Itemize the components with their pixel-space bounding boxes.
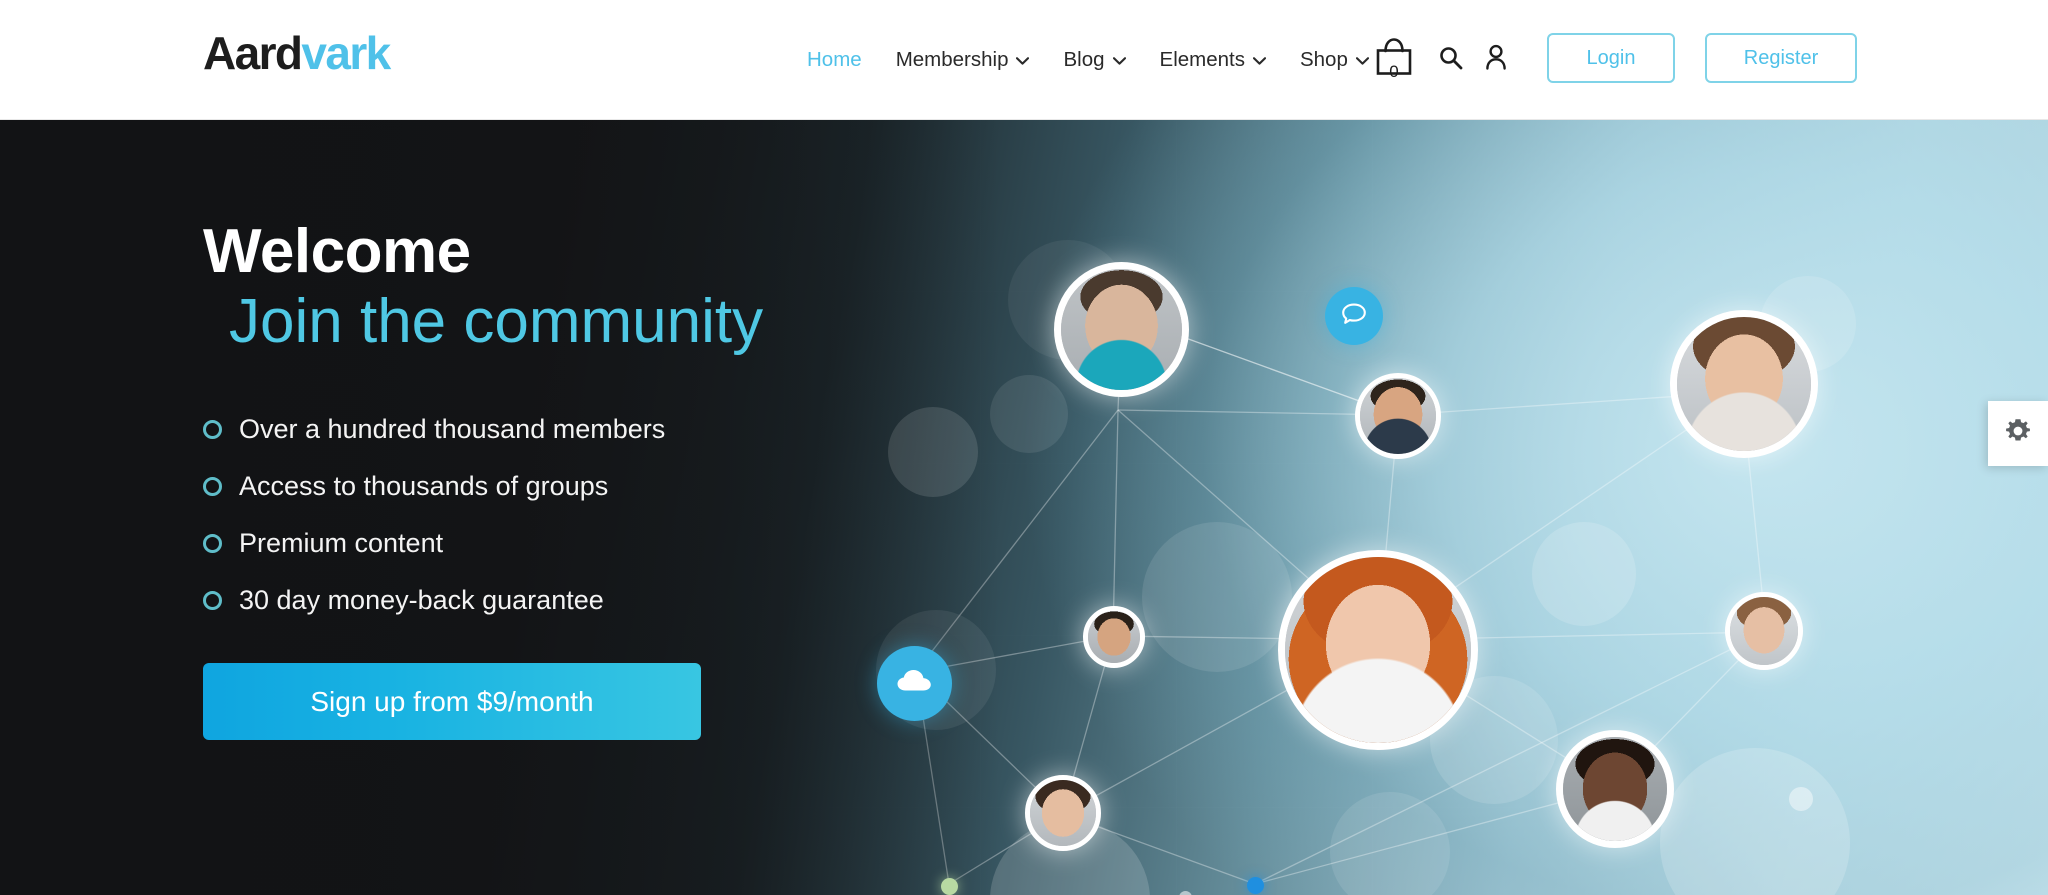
signup-cta-button[interactable]: Sign up from $9/month (203, 663, 701, 741)
bullet-circle-icon (203, 477, 222, 497)
feature-list-item: Over a hundred thousand members (203, 414, 943, 445)
nav-item-label: Elements (1159, 48, 1245, 71)
chat-bubble-icon (1340, 301, 1368, 332)
avatar (1670, 310, 1818, 458)
network-dot-blue (1247, 877, 1264, 894)
cart-button[interactable]: 0 (1370, 36, 1418, 84)
hero-feature-list: Over a hundred thousand members Access t… (203, 414, 943, 616)
avatar (1355, 373, 1441, 459)
chevron-down-icon (1112, 57, 1126, 65)
settings-tab-button[interactable] (1988, 401, 2048, 466)
avatar-face (1677, 317, 1811, 451)
login-button[interactable]: Login (1547, 33, 1675, 83)
feature-list-item: 30 day money-back guarantee (203, 585, 943, 616)
bullet-circle-icon (203, 534, 222, 554)
avatar-face (1285, 557, 1471, 743)
nav-item-elements[interactable]: Elements (1143, 48, 1283, 72)
bokeh-bubble (990, 375, 1068, 453)
auth-button-group: Login Register (1547, 33, 1857, 83)
bullet-circle-icon (203, 420, 222, 440)
search-icon (1438, 45, 1464, 76)
feature-list-item: Premium content (203, 528, 943, 559)
avatar (1725, 592, 1803, 670)
site-logo[interactable]: Aardvark (203, 27, 391, 79)
avatar (1556, 730, 1674, 848)
bullet-circle-icon (203, 591, 222, 611)
hero-section: Welcome Join the community Over a hundre… (0, 120, 2048, 895)
feature-label: Over a hundred thousand members (239, 414, 666, 445)
avatar-face (1088, 611, 1140, 663)
nav-item-home[interactable]: Home (790, 48, 879, 72)
nav-item-blog[interactable]: Blog (1046, 48, 1142, 72)
nav-item-label: Home (807, 48, 862, 71)
hero-content: Welcome Join the community Over a hundre… (203, 217, 943, 741)
nav-item-label: Membership (895, 48, 1009, 71)
gear-icon (2002, 415, 2034, 452)
site-header: Aardvark Home Membership Blog Elements S… (0, 0, 2048, 120)
main-navigation: Home Membership Blog Elements Shop (790, 0, 1386, 120)
feature-label: 30 day money-back guarantee (239, 585, 604, 616)
search-button[interactable] (1438, 45, 1464, 76)
logo-text-accent: vark (301, 27, 391, 79)
hero-subtitle: Join the community (229, 287, 764, 357)
logo-text-primary: Aard (203, 27, 303, 79)
avatar-face (1360, 378, 1436, 454)
avatar (1025, 775, 1101, 851)
avatar-face (1563, 737, 1667, 841)
register-button[interactable]: Register (1705, 33, 1857, 83)
avatar (1083, 606, 1145, 668)
avatar-face (1030, 780, 1096, 846)
bokeh-bubble (1142, 522, 1292, 672)
nav-item-label: Blog (1063, 48, 1105, 71)
avatar-face (1730, 597, 1798, 665)
hero-title: Welcome (203, 217, 471, 286)
chevron-down-icon (1355, 57, 1369, 65)
avatar (1054, 262, 1189, 397)
feature-label: Access to thousands of groups (239, 471, 609, 502)
nav-item-label: Shop (1299, 48, 1348, 71)
avatar-face (1061, 269, 1182, 390)
header-icon-group: 0 (1370, 0, 1508, 120)
network-dot-white (1789, 787, 1813, 811)
nav-item-membership[interactable]: Membership (879, 48, 1047, 72)
user-icon (1484, 44, 1508, 76)
feature-list-item: Access to thousands of groups (203, 471, 943, 502)
account-button[interactable] (1484, 44, 1508, 76)
bokeh-bubble (1532, 522, 1636, 626)
chevron-down-icon (1252, 57, 1266, 65)
network-dot-green (941, 878, 958, 895)
shopping-bag-icon (1373, 35, 1415, 84)
avatar (1278, 550, 1478, 750)
chevron-down-icon (1016, 57, 1030, 65)
chat-bubble-node (1325, 287, 1383, 345)
feature-label: Premium content (239, 528, 444, 559)
